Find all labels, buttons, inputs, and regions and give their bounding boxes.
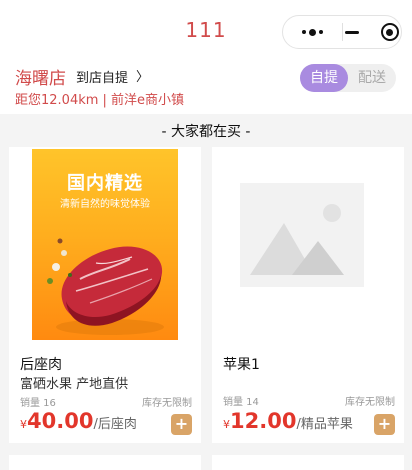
price-currency: ¥	[20, 418, 27, 431]
product-description: 富硒水果 产地直供	[20, 377, 129, 392]
product-name: 后座肉	[20, 357, 62, 373]
price-unit: /后座肉	[93, 417, 137, 432]
store-bar: 海曙店 到店自提 〉 距您12.04km | 前洋e商小镇 自提 配送	[0, 62, 412, 114]
product-card[interactable]: 苹果1 销量 14 库存无限制 ¥12.00/精品苹果 +	[212, 147, 404, 443]
add-to-cart-button[interactable]: +	[171, 414, 192, 435]
delivery-mode-toggle[interactable]: 自提 配送	[300, 64, 396, 92]
product-price: ¥40.00/后座肉	[20, 409, 137, 433]
capsule-right	[342, 16, 401, 48]
product-card-next[interactable]	[212, 455, 404, 470]
minimize-icon[interactable]	[344, 30, 359, 34]
product-image[interactable]: 国内精选 清新自然的味觉体验	[32, 149, 178, 340]
banner-subtitle: 清新自然的味觉体验	[60, 199, 150, 210]
toggle-delivery[interactable]: 配送	[348, 64, 396, 92]
store-mode-link[interactable]: 到店自提	[76, 67, 128, 86]
banner-title: 国内精选	[67, 173, 143, 194]
more-button[interactable]	[283, 16, 342, 48]
product-card-next[interactable]	[9, 455, 201, 470]
store-address: 距您12.04km | 前洋e商小镇	[15, 93, 185, 108]
top-nav-bar: 111	[0, 0, 412, 62]
product-price: ¥12.00/精品苹果	[223, 409, 353, 433]
close-target-icon[interactable]	[380, 23, 399, 41]
mini-program-capsule	[282, 15, 402, 49]
price-unit: /精品苹果	[296, 417, 353, 432]
section-title: - 大家都在买 -	[161, 124, 251, 140]
price-currency: ¥	[223, 418, 230, 431]
more-icon	[301, 28, 323, 36]
store-name[interactable]: 海曙店	[15, 64, 66, 89]
image-placeholder-icon[interactable]	[240, 183, 364, 287]
product-stock: 库存无限制	[345, 397, 395, 408]
product-sales: 销量 16	[20, 398, 56, 409]
product-card[interactable]: 国内精选 清新自然的味觉体验 后座肉 富硒水果 产地直供 销量 16 库存无限制…	[9, 147, 201, 443]
chevron-right-icon[interactable]: 〉	[136, 66, 149, 85]
toggle-pickup[interactable]: 自提	[300, 64, 348, 92]
steak-illustration	[47, 238, 164, 335]
price-amount: 12.00	[230, 409, 297, 433]
product-sales: 销量 14	[223, 397, 259, 408]
product-stock: 库存无限制	[142, 398, 192, 409]
product-name: 苹果1	[223, 357, 260, 373]
add-to-cart-button[interactable]: +	[374, 414, 395, 435]
price-amount: 40.00	[27, 409, 94, 433]
